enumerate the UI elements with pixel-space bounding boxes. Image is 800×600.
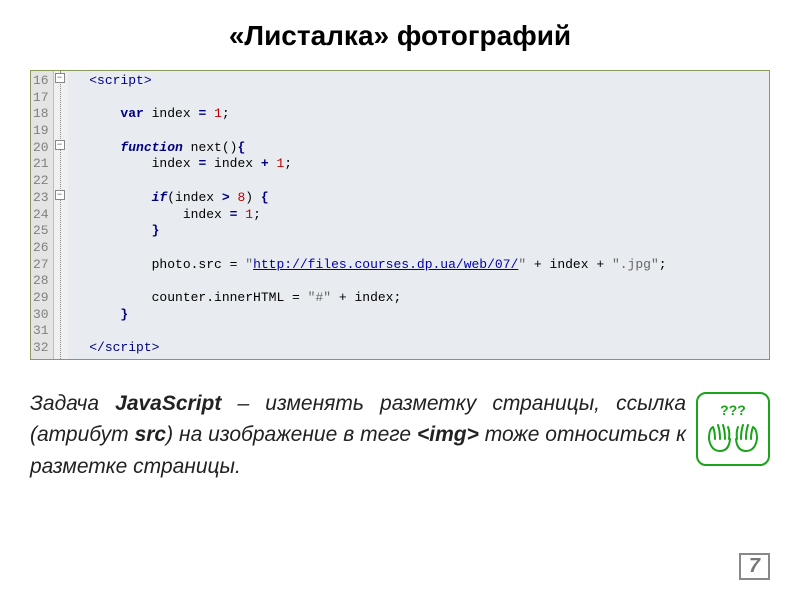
question-marks: ??? (720, 402, 746, 418)
fold-column: − − − (54, 71, 68, 359)
fold-box-icon: − (55, 73, 65, 83)
line-number-gutter: 1617181920212223242526272829303132 (31, 71, 54, 359)
page-number: 7 (739, 553, 770, 580)
code-content: <script> var index = 1; function next(){… (68, 71, 769, 359)
question-hands-badge: ??? (696, 392, 770, 466)
fold-box-icon: − (55, 140, 65, 150)
code-block: 1617181920212223242526272829303132 − − −… (30, 70, 770, 360)
fold-box-icon: − (55, 190, 65, 200)
explanation-text: Задача JavaScript – изменять разметку ст… (30, 388, 686, 483)
slide-title: «Листалка» фотографий (30, 20, 770, 52)
hands-icon (705, 419, 761, 455)
